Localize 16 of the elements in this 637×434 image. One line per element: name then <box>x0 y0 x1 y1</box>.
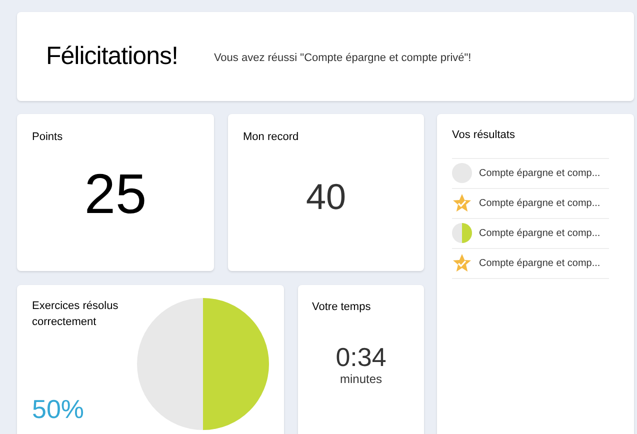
time-label: Votre temps <box>312 300 372 315</box>
points-label: Points <box>32 130 64 145</box>
time-value: 0:34 <box>334 344 388 370</box>
result-item[interactable]: Compte épargne et comp... <box>479 166 600 180</box>
record-value: 40 <box>304 178 348 214</box>
record-label: Mon record <box>243 130 300 145</box>
points-value: 25 <box>83 166 148 222</box>
success-message: Vous avez réussi "Compte épargne et compte privé"! <box>214 51 472 66</box>
result-item[interactable]: Compte épargne et comp... <box>479 226 600 240</box>
percent-value: 50% <box>32 393 86 426</box>
exercises-label: Exercices résolus correctement <box>32 299 120 330</box>
time-unit: minutes <box>338 370 384 388</box>
result-item[interactable]: Compte épargne et comp... <box>479 256 600 270</box>
results-title: Vos résultats <box>452 128 516 143</box>
result-item[interactable]: Compte épargne et comp... <box>479 196 600 210</box>
congratulations-title: Félicitations! <box>46 40 178 72</box>
